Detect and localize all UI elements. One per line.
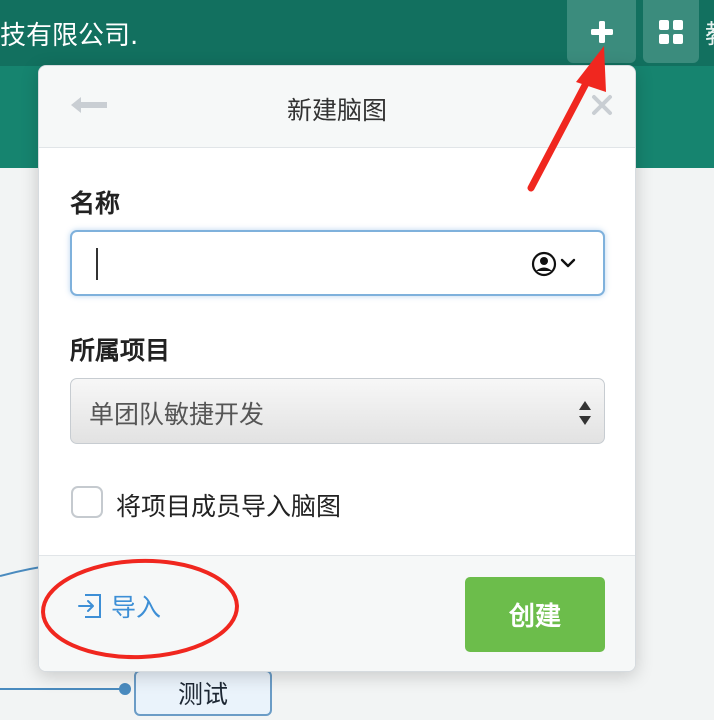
text-caret [96, 248, 98, 280]
select-arrows-icon [579, 401, 591, 425]
import-members-checkbox[interactable] [71, 486, 103, 518]
name-input[interactable] [106, 244, 526, 284]
apps-button[interactable] [643, 0, 699, 63]
import-icon [78, 594, 101, 618]
project-select[interactable]: 单团队敏捷开发 [70, 378, 605, 444]
import-button[interactable]: 导入 [77, 586, 161, 626]
import-members-label[interactable]: 将项目成员导入脑图 [116, 487, 341, 523]
create-button[interactable]: 创建 [465, 577, 605, 652]
plus-icon [590, 20, 613, 43]
add-button[interactable] [567, 0, 636, 63]
persona-chevron-icon[interactable] [529, 250, 581, 278]
project-label: 所属项目 [70, 336, 171, 365]
nav-text-cutoff[interactable]: 教 [705, 14, 714, 51]
dialog-footer: 导入 创建 [39, 555, 635, 671]
dialog-header: 新建脑图 [39, 66, 635, 148]
name-label: 名称 [70, 189, 121, 218]
connector-dot [119, 683, 131, 695]
company-name: 技有限公司. [0, 21, 139, 51]
name-field[interactable] [70, 230, 605, 296]
close-icon[interactable] [591, 94, 613, 116]
import-label: 导入 [111, 593, 162, 622]
project-select-value: 单团队敏捷开发 [89, 400, 265, 429]
new-mindmap-dialog: 新建脑图 名称 所属项目 单团队敏捷开发 将项目成员导入脑图 导入 创建 [38, 65, 636, 672]
connector-line-bottom [0, 688, 124, 690]
top-bar: 技有限公司. 教 [0, 0, 714, 66]
dialog-title: 新建脑图 [286, 96, 387, 125]
grid-icon [659, 19, 683, 44]
mindmap-node[interactable]: 测试 [134, 670, 272, 716]
